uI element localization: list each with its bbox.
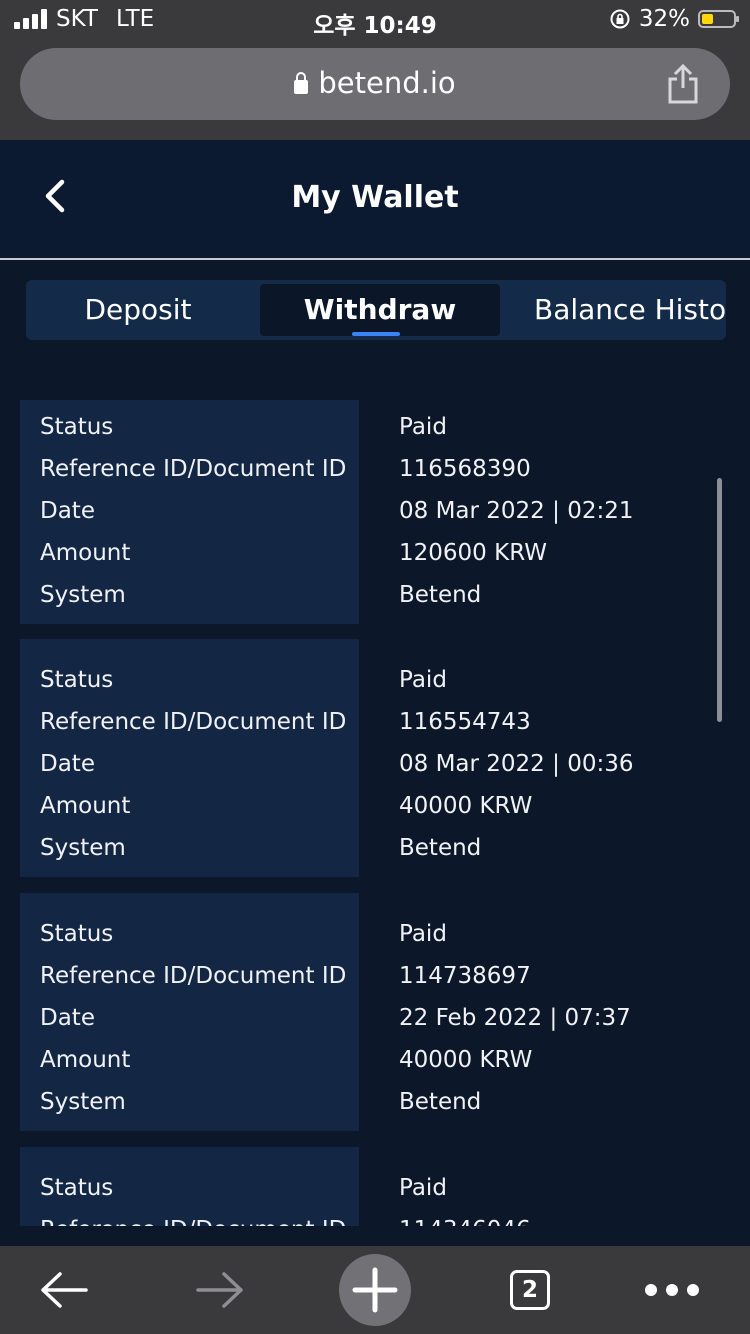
system-label: System [40,1089,126,1115]
date-value: 08 Mar 2022 | 00:36 [399,751,634,777]
system-label: System [40,582,126,608]
plus-icon [339,1254,411,1326]
arrow-right-icon [196,1272,243,1308]
amount-value: 120600 KRW [399,540,547,566]
wallet-tabs: Deposit Withdraw Balance Histor [26,280,726,340]
status-label: Status [40,1175,114,1201]
reference-label: Reference ID/Document ID [40,709,347,735]
tabs-button[interactable]: 2 [490,1246,570,1334]
share-icon[interactable] [666,64,700,104]
orientation-lock-icon [610,9,630,29]
reference-label: Reference ID/Document ID [40,1215,346,1226]
status-label: Status [40,667,114,693]
withdraw-records-list[interactable]: Status Reference ID/Document ID Date Amo… [0,378,750,1226]
date-value: 08 Mar 2022 | 02:21 [399,498,634,524]
amount-label: Amount [40,1047,131,1073]
record-labels: Status Reference ID/Document ID Date Amo… [20,639,359,877]
reference-value: 114738697 [399,963,531,989]
date-label: Date [40,1005,95,1031]
status-value: Paid [399,414,447,440]
record-labels: Status Reference ID/Document ID Date Amo… [20,400,359,624]
browser-chrome: SKT LTE 오후 10:49 32% betend.io [0,0,750,140]
system-label: System [40,835,126,861]
date-label: Date [40,498,95,524]
status-value: Paid [399,667,447,693]
status-bar: SKT LTE 오후 10:49 32% [0,0,750,42]
battery-percent: 32% [638,6,690,32]
record-values: Paid 114738697 22 Feb 2022 | 07:37 40000… [379,893,719,1117]
date-label: Date [40,751,95,777]
page-header: My Wallet [0,140,750,260]
status-value: Paid [399,921,447,947]
amount-label: Amount [40,793,131,819]
amount-value: 40000 KRW [399,1047,533,1073]
more-dots-icon [645,1284,699,1296]
system-value: Betend [399,582,482,608]
amount-value: 40000 KRW [399,793,533,819]
record-values: Paid 116568390 08 Mar 2022 | 02:21 12060… [379,400,719,624]
status-value: Paid [399,1175,447,1201]
arrow-left-icon [41,1272,88,1308]
browser-toolbar: 2 [0,1246,750,1334]
back-button[interactable] [24,1246,104,1334]
record-labels: Status Reference ID/Document ID [20,1147,359,1226]
status-right: 32% [609,6,739,32]
scrollbar[interactable] [717,478,722,722]
record-values: Paid 114346046 [379,1147,719,1226]
tab-withdraw[interactable]: Withdraw [260,284,500,336]
url-bar[interactable]: betend.io [20,48,730,120]
status-label: Status [40,921,114,947]
reference-value: 116568390 [399,456,531,482]
system-value: Betend [399,835,482,861]
tab-deposit[interactable]: Deposit [26,284,250,336]
forward-button[interactable] [180,1246,260,1334]
tab-count: 2 [510,1270,550,1310]
system-value: Betend [399,1089,482,1115]
reference-label: Reference ID/Document ID [40,963,347,989]
date-value: 22 Feb 2022 | 07:37 [399,1005,631,1031]
more-button[interactable] [630,1246,714,1334]
battery-icon [698,10,739,28]
lock-icon [294,72,309,94]
amount-label: Amount [40,540,131,566]
reference-value: 116554743 [399,709,531,735]
page-title: My Wallet [291,180,459,215]
tab-balance-history[interactable]: Balance Histor [534,284,726,336]
record-labels: Status Reference ID/Document ID Date Amo… [20,893,359,1131]
reference-value: 114346046 [399,1215,531,1226]
url-display: betend.io [20,66,730,100]
status-label: Status [40,414,114,440]
new-tab-button[interactable] [338,1246,412,1334]
record-values: Paid 116554743 08 Mar 2022 | 00:36 40000… [379,639,719,863]
url-text: betend.io [318,66,456,100]
reference-label: Reference ID/Document ID [40,456,347,482]
